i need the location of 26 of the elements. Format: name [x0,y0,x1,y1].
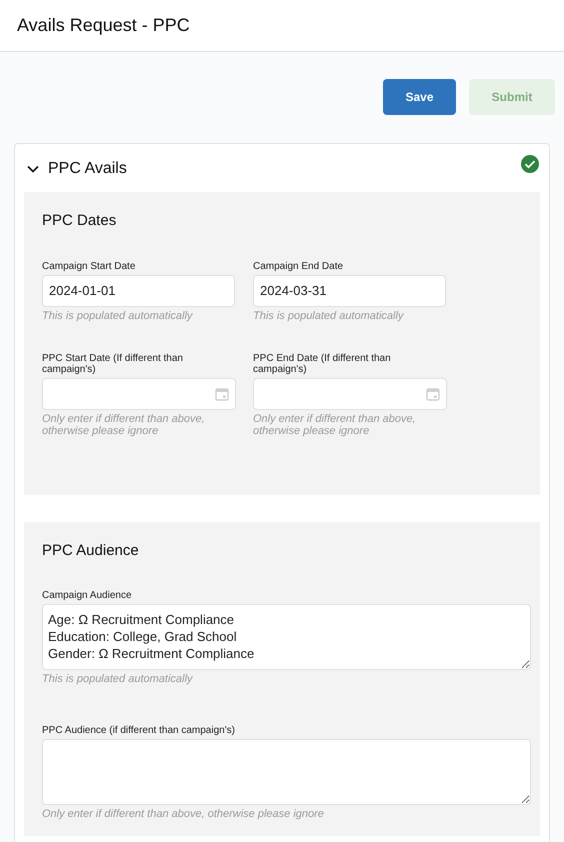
input-field[interactable]: 2024-01-01 [42,274,235,306]
field-hint: This is populated automatically [42,310,194,322]
field-label: PPC Audience (if different than campaign's) [42,725,235,736]
calendar-icon[interactable] [215,386,229,400]
save-button[interactable]: Save [383,79,456,115]
page-title: Avails Request - PPC [17,14,190,37]
field-hint: Only enter if different than above, otherwise please ignore [253,412,417,436]
calendar-icon[interactable] [426,386,440,400]
field-label: PPC End Date (If different than campaign's) [253,352,392,374]
chevron-icon[interactable] [27,165,39,173]
field-label: PPC Start Date (If different than campaign's) [42,352,184,374]
field-hint: This is populated automatically [253,310,405,322]
text-area[interactable] [42,739,531,805]
date-field[interactable] [42,378,236,410]
panel-title: PPC Avails [48,159,128,179]
field-hint: Only enter if different than above, otherwise please ignore [42,412,206,436]
text-area[interactable]: Age: Ω Recruitment Compliance Education: College, Grad School Gender: Ω Recruitment Compliance [42,604,531,670]
field-label: Campaign End Date [253,260,344,272]
field-label: Campaign Start Date [42,260,136,272]
input-field[interactable]: 2024-03-31 [253,274,446,306]
field-hint: Only enter if different than above, otherwise please ignore [42,808,325,820]
date-field[interactable] [253,378,447,410]
field-hint: This is populated automatically [42,673,194,685]
section-title: PPC Dates [42,211,118,231]
field-label: Campaign Audience [42,590,132,601]
section-title: PPC Audience [42,540,140,560]
